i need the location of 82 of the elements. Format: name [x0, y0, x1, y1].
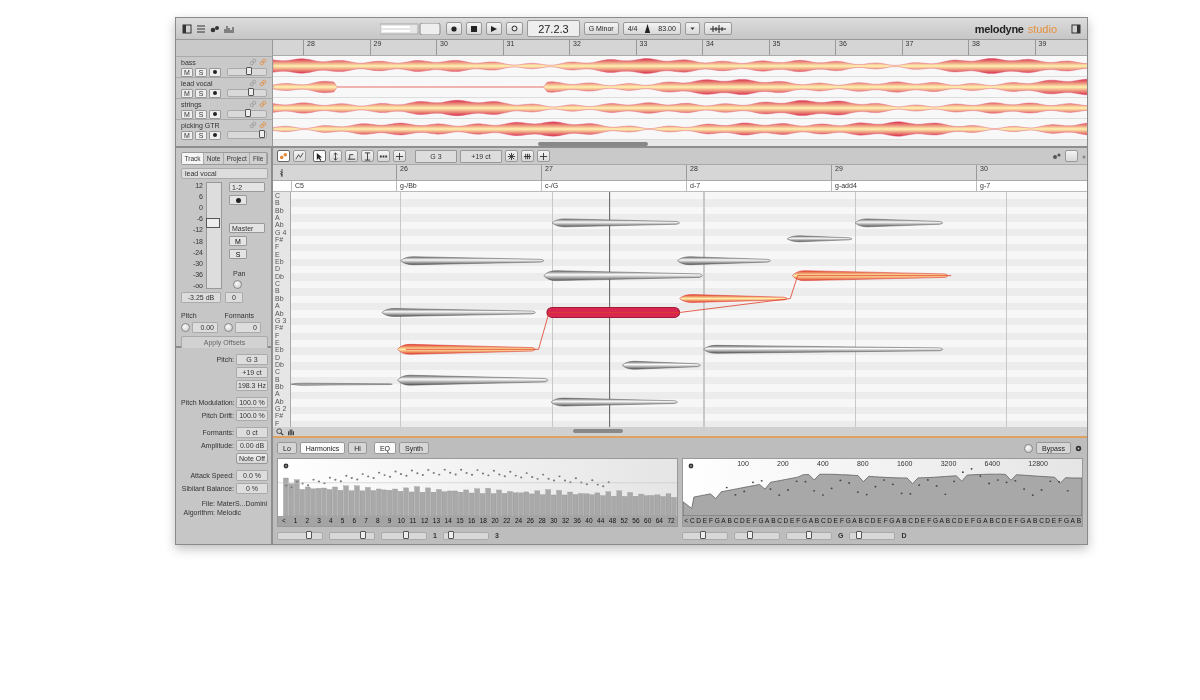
metronome-icon[interactable]	[643, 24, 653, 33]
view-toggle[interactable]	[1065, 150, 1078, 162]
tempo-dropdown[interactable]	[684, 22, 700, 35]
scrollbar-thumb[interactable]	[573, 429, 623, 433]
scrollbar-thumb[interactable]	[538, 142, 648, 146]
tempo-detect-button[interactable]	[703, 22, 732, 35]
slider-thumb[interactable]	[699, 530, 706, 539]
slider-thumb[interactable]	[360, 530, 366, 539]
record-icon	[213, 112, 217, 116]
caret-icon	[689, 26, 695, 31]
record-arm-button[interactable]	[209, 109, 221, 119]
record-button[interactable]	[446, 22, 463, 35]
slider-thumb[interactable]	[259, 130, 266, 138]
record-icon	[213, 91, 217, 95]
formant-tool-icon	[363, 151, 372, 161]
clef-icon[interactable]	[278, 166, 286, 179]
blobs-view-icon[interactable]	[1052, 151, 1062, 161]
harmonic-slider[interactable]	[277, 531, 323, 540]
slider-thumb[interactable]	[244, 109, 251, 117]
slider-thumb[interactable]	[403, 530, 410, 539]
tool-button[interactable]	[393, 150, 406, 162]
settings-icon[interactable]	[1074, 443, 1083, 453]
slider-thumb[interactable]	[806, 530, 812, 539]
tool-button[interactable]	[329, 150, 342, 162]
pitch-knob[interactable]	[181, 323, 190, 332]
record-icon	[213, 133, 217, 137]
output-knob[interactable]	[1024, 443, 1034, 453]
logo-text: melodyne	[974, 22, 1024, 35]
volume-slider[interactable]	[227, 68, 267, 76]
tool-button[interactable]	[313, 150, 326, 162]
slider-thumb[interactable]	[245, 67, 252, 75]
pointer-icon	[315, 151, 324, 161]
harmonic-slider[interactable]	[329, 531, 375, 540]
play-button[interactable]	[486, 22, 503, 35]
drift-tool-icon	[347, 151, 356, 161]
waveform-icon	[708, 24, 727, 33]
volume-slider[interactable]	[227, 110, 267, 118]
harmonic-slider[interactable]	[381, 531, 427, 540]
slider-thumb[interactable]	[447, 530, 454, 539]
eq-slider[interactable]	[734, 531, 780, 540]
zoom-icon[interactable]	[276, 427, 284, 436]
blobs-icon[interactable]	[210, 23, 220, 34]
tool-button[interactable]	[361, 150, 374, 162]
note-blobs-icon	[279, 151, 288, 161]
time-tool-icon	[395, 151, 404, 161]
panel-toggle-icon[interactable]	[182, 23, 192, 34]
settings-icon[interactable]	[687, 462, 695, 470]
play-icon	[491, 25, 498, 32]
level-meter	[380, 22, 443, 35]
settings-icon[interactable]	[282, 462, 290, 470]
curve-tool-icon	[295, 151, 304, 161]
pan-knob[interactable]	[233, 280, 242, 289]
slider-thumb[interactable]	[856, 530, 863, 539]
edition-text: studio	[1027, 22, 1057, 35]
record-icon	[235, 197, 241, 203]
record-arm-button[interactable]	[209, 130, 221, 140]
record-arm-button[interactable]	[209, 67, 221, 77]
volume-slider[interactable]	[227, 131, 267, 139]
formants-knob[interactable]	[224, 323, 233, 332]
loop-icon	[511, 25, 519, 32]
slider-thumb[interactable]	[247, 88, 254, 96]
loop-button[interactable]	[506, 22, 524, 35]
harmonic-slider[interactable]	[442, 531, 489, 540]
slider-thumb[interactable]	[305, 530, 312, 539]
track-list-icon[interactable]	[196, 23, 206, 34]
record-arm-button[interactable]	[209, 88, 221, 98]
volume-slider[interactable]	[227, 89, 267, 97]
sidebar-toggle-icon[interactable]	[1071, 23, 1081, 34]
stop-icon	[471, 25, 478, 32]
slider-thumb[interactable]	[747, 530, 754, 539]
record-icon	[451, 25, 458, 32]
eq-slider[interactable]	[786, 531, 832, 540]
eq-slider[interactable]	[682, 531, 728, 540]
volume-fader[interactable]	[206, 182, 222, 289]
pitch-tool-icon	[331, 151, 340, 161]
stop-button[interactable]	[466, 22, 483, 35]
position-display: 27.2.3	[527, 20, 580, 37]
eq-slider[interactable]	[849, 531, 896, 540]
record-icon	[213, 70, 217, 74]
fader-thumb[interactable]	[206, 217, 220, 228]
horizontal-scrollbar[interactable]	[273, 140, 1087, 146]
record-arm-button[interactable]	[229, 195, 247, 205]
